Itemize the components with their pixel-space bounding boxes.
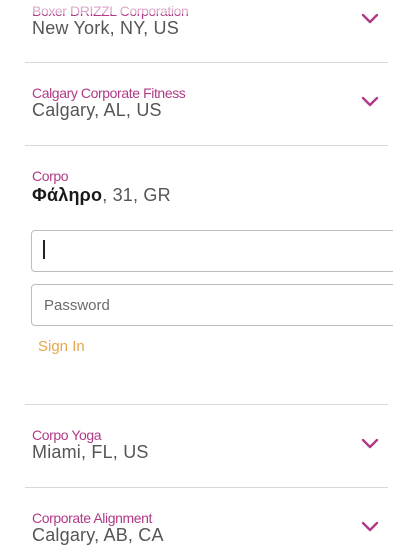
- location-address: Calgary, AL, US: [32, 100, 162, 120]
- chevron-down-icon[interactable]: [360, 520, 380, 534]
- sign-in-button[interactable]: Sign In: [38, 338, 85, 355]
- text-caret: [43, 240, 45, 259]
- location-name: Corpo: [32, 168, 69, 184]
- location-address: Calgary, AB, CA: [32, 525, 164, 545]
- password-input[interactable]: [31, 284, 393, 326]
- list-item-expanded: Corpo Φάληρο, 31, GR: [25, 146, 388, 404]
- location-city: Φάληρο: [32, 185, 103, 205]
- list-item[interactable]: Corpo Yoga Miami, FL, US: [25, 405, 388, 487]
- chevron-down-icon[interactable]: [360, 437, 380, 451]
- top-fade: [0, 0, 393, 14]
- location-address: Miami, FL, US: [32, 442, 149, 462]
- location-name: Corporate Alignment: [32, 510, 153, 526]
- location-address: Φάληρο, 31, GR: [32, 185, 171, 206]
- location-address: New York, NY, US: [32, 18, 179, 38]
- location-list-page: Boxer DRIZZL Corporation New York, NY, U…: [0, 0, 393, 560]
- list-item[interactable]: Corporate Alignment Calgary, AB, CA: [25, 488, 388, 560]
- location-name: Calgary Corporate Fitness: [32, 85, 186, 101]
- chevron-down-icon[interactable]: [360, 95, 380, 109]
- list-item[interactable]: Calgary Corporate Fitness Calgary, AL, U…: [25, 63, 388, 145]
- location-name: Corpo Yoga: [32, 427, 102, 443]
- chevron-down-icon[interactable]: [360, 12, 380, 26]
- location-region: , 31, GR: [102, 185, 171, 205]
- username-input[interactable]: [31, 230, 393, 272]
